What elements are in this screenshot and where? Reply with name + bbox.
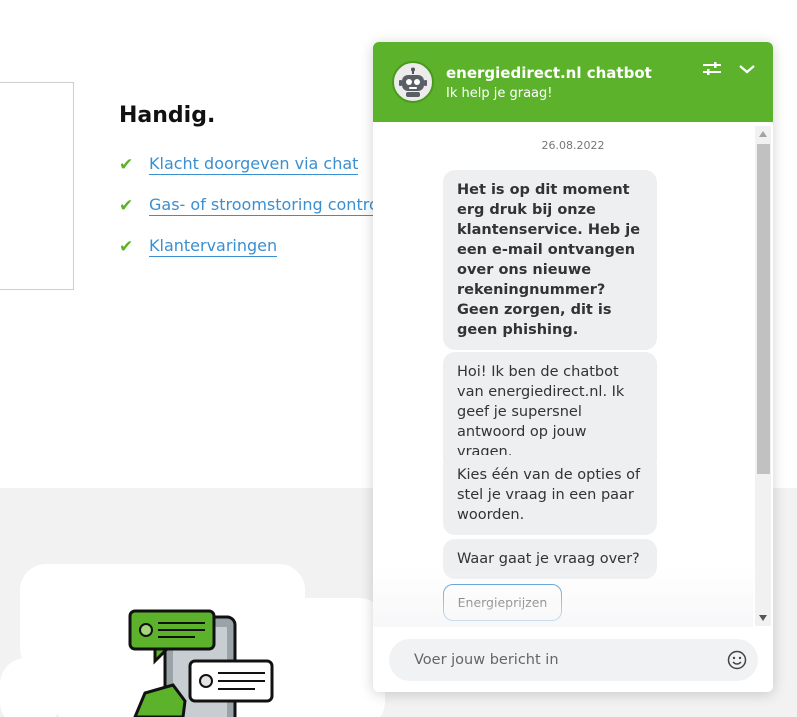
message-bubble: Het is op dit moment erg druk bij onze k…: [443, 170, 657, 350]
header-text: energiedirect.nl chatbot Ik help je graa…: [446, 64, 652, 101]
message-bubble: Waar gaat je vraag over?: [443, 539, 657, 579]
chat-widget: energiedirect.nl chatbot Ik help je graa…: [373, 42, 773, 692]
link-klacht[interactable]: Klacht doorgeven via chat: [149, 154, 359, 175]
chat-title: energiedirect.nl chatbot: [446, 63, 652, 82]
robot-icon: [392, 61, 434, 103]
chat-illustration-icon: [125, 605, 285, 717]
scrollbar[interactable]: [755, 126, 771, 626]
check-icon: ✔: [119, 236, 134, 256]
message-date: 26.08.2022: [541, 139, 605, 152]
scroll-down-icon[interactable]: [759, 615, 767, 621]
chat-header: energiedirect.nl chatbot Ik help je graa…: [373, 42, 773, 122]
chat-messages[interactable]: 26.08.2022 Het is op dit moment erg druk…: [373, 122, 773, 627]
option-energieprijzen-button[interactable]: Energieprijzen: [443, 584, 562, 621]
chevron-down-icon[interactable]: [736, 58, 758, 80]
link-klantervaringen[interactable]: Klantervaringen: [149, 236, 278, 257]
check-icon: ✔: [119, 154, 134, 174]
message-bubble: Hoi! Ik ben de chatbot van energiedirect…: [443, 352, 657, 472]
smiley-icon[interactable]: [727, 650, 747, 670]
content-card: [0, 82, 74, 290]
check-icon: ✔: [119, 195, 134, 215]
message-input[interactable]: [389, 639, 758, 681]
cloud-shape: [0, 658, 60, 717]
sliders-icon[interactable]: [701, 58, 723, 80]
scroll-up-icon[interactable]: [759, 131, 767, 137]
chat-subtitle: Ik help je graag!: [446, 85, 553, 101]
input-area: [373, 627, 773, 692]
message-bubble: Kies één van de opties of stel je vraag …: [443, 455, 657, 535]
scroll-thumb[interactable]: [757, 144, 770, 474]
